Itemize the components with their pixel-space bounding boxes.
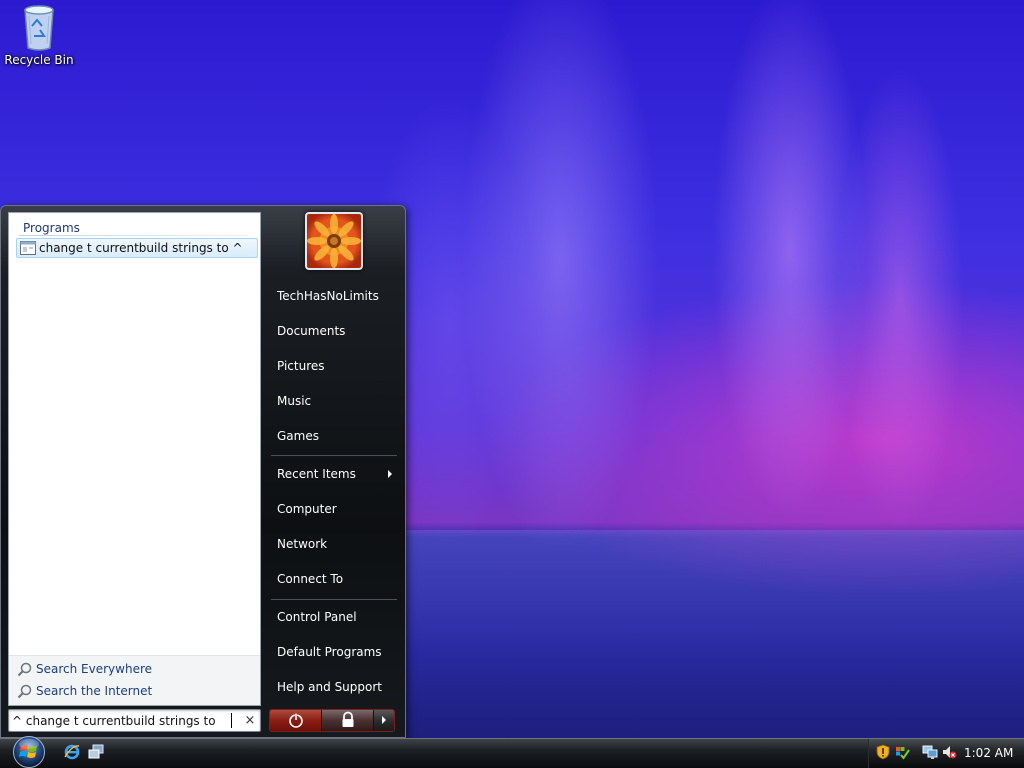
text-caret bbox=[231, 713, 232, 728]
volume-tray[interactable] bbox=[941, 744, 957, 760]
search-result-item[interactable]: change t currentbuild strings to ^ bbox=[16, 238, 258, 258]
connect-to-link[interactable]: Connect To bbox=[269, 565, 399, 593]
windows-logo-icon bbox=[13, 736, 45, 768]
help-and-support-link[interactable]: Help and Support bbox=[269, 673, 399, 701]
internet-explorer-icon bbox=[64, 744, 80, 760]
start-search-input[interactable] bbox=[12, 712, 230, 729]
volume-muted-icon bbox=[943, 746, 957, 759]
windows-update-tray[interactable] bbox=[894, 744, 910, 760]
user-account-picture[interactable] bbox=[305, 212, 363, 270]
start-menu-left-pane: Programs change t currentbuild strings t… bbox=[8, 212, 261, 706]
magnifier-icon bbox=[17, 662, 32, 677]
lock-icon bbox=[342, 711, 354, 727]
computer-link[interactable]: Computer bbox=[269, 495, 399, 523]
start-search-box[interactable]: × bbox=[8, 709, 261, 732]
start-button[interactable] bbox=[8, 733, 50, 768]
shutdown-options-button[interactable] bbox=[374, 710, 394, 731]
start-menu: Programs change t currentbuild strings t… bbox=[0, 205, 406, 738]
menu-separator bbox=[271, 455, 397, 456]
recycle-bin-shortcut[interactable]: Recycle Bin bbox=[4, 2, 74, 72]
security-center-tray[interactable] bbox=[875, 744, 891, 760]
power-icon bbox=[289, 713, 303, 728]
security-shield-icon bbox=[876, 744, 890, 760]
documents-link[interactable]: Documents bbox=[269, 317, 399, 345]
pictures-link[interactable]: Pictures bbox=[269, 352, 399, 380]
submenu-arrow-icon bbox=[388, 470, 392, 478]
taskbar-clock[interactable]: 1:02 AM bbox=[964, 746, 1013, 760]
network-link[interactable]: Network bbox=[269, 530, 399, 558]
menu-separator bbox=[271, 599, 397, 600]
search-result-label: change t currentbuild strings to ^ bbox=[39, 241, 243, 255]
control-panel-link[interactable]: Control Panel bbox=[269, 603, 399, 631]
search-links-panel: Search Everywhere Search the Internet bbox=[9, 655, 260, 705]
power-options-bar bbox=[269, 709, 395, 732]
games-link[interactable]: Games bbox=[269, 422, 399, 450]
search-everywhere-label: Search Everywhere bbox=[36, 662, 152, 676]
recycle-bin-label: Recycle Bin bbox=[4, 53, 74, 67]
lock-button[interactable] bbox=[322, 710, 374, 731]
switch-windows-launcher[interactable] bbox=[87, 743, 105, 761]
power-button[interactable] bbox=[270, 710, 322, 731]
magnifier-icon bbox=[17, 684, 32, 699]
recent-items-label: Recent Items bbox=[277, 467, 356, 481]
internet-explorer-launcher[interactable] bbox=[63, 743, 81, 761]
network-tray[interactable] bbox=[922, 744, 938, 760]
clear-search-button[interactable]: × bbox=[243, 712, 257, 729]
recent-items-link[interactable]: Recent Items bbox=[269, 460, 399, 488]
user-folder-link[interactable]: TechHasNoLimits bbox=[269, 282, 399, 310]
switch-windows-icon bbox=[88, 744, 104, 759]
windows-update-icon bbox=[896, 747, 910, 760]
section-divider bbox=[19, 235, 248, 236]
network-icon bbox=[922, 745, 938, 759]
programs-section-header: Programs bbox=[23, 221, 80, 235]
music-link[interactable]: Music bbox=[269, 387, 399, 415]
default-programs-link[interactable]: Default Programs bbox=[269, 638, 399, 666]
notification-area: 1:02 AM bbox=[868, 739, 1024, 768]
program-window-icon bbox=[20, 241, 36, 255]
arrow-icon bbox=[382, 716, 386, 724]
flower-icon bbox=[307, 214, 361, 268]
search-internet-label: Search the Internet bbox=[36, 684, 153, 698]
recycle-bin-icon bbox=[24, 5, 54, 51]
